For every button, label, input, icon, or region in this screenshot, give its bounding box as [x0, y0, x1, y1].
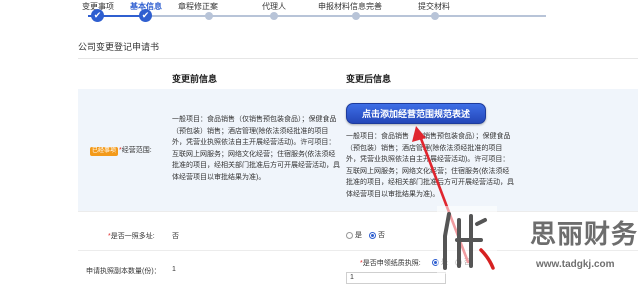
watermark-url: www.tadgkj.com	[536, 259, 615, 270]
watermark-brand: 思丽财务	[530, 220, 638, 250]
watermark-logo-icon	[437, 206, 497, 274]
